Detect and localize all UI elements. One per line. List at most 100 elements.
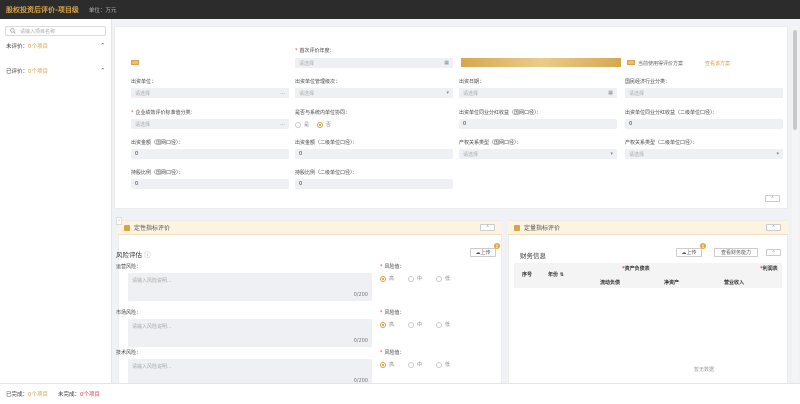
col-balance: *资产负债表 [622, 266, 650, 272]
finance-upload-button[interactable]: ☁ 上传 [676, 248, 702, 257]
scheme-banner [461, 58, 621, 67]
field-label: 国民经济行业分类： [625, 79, 671, 85]
main-content: * 首次评价年度： 请选择 ▦ 当前使用得评价方案 查看该方案 出资单位： 请选择.… [114, 26, 788, 387]
collapse-quantitative-button[interactable]: ⌃ [766, 224, 781, 231]
scrollbar-thumb[interactable] [793, 30, 797, 130]
field-label: 出资单位管理级次： [295, 79, 341, 85]
quantitative-title: 定量指标评价 [524, 225, 561, 232]
share-sgcc-input[interactable]: 0 [131, 179, 289, 189]
collapse-qualitative-button[interactable]: ⌃ [480, 224, 495, 231]
view-scheme-link[interactable]: 查看该方案 [705, 60, 730, 67]
risk-section-title: 风险评估 ⓘ [116, 251, 151, 259]
tree-group-unevaluated[interactable]: 未评价：0个项目 ⌃ [0, 41, 111, 51]
tag-icon [627, 60, 635, 65]
sidebar: 请输入项目名称 未评价：0个项目 ⌃ 已评价：0个项目 ⌃ [0, 19, 112, 383]
unit-label: 单位：万元 [88, 7, 117, 14]
upload-count-badge: 0 [494, 243, 500, 249]
field-label: 出资单位： [131, 79, 157, 85]
dividend-l2-input[interactable]: 0 [625, 119, 783, 129]
quantitative-panel [508, 220, 788, 386]
info-icon: ⓘ [144, 251, 151, 259]
finance-section-title: 财务信息 [520, 252, 546, 260]
radio-mid[interactable]: 中 [408, 275, 422, 282]
risk-label: 技术风险： [116, 350, 142, 356]
radio-mid[interactable]: 中 [408, 361, 422, 368]
top-bar: 股权投资后评价-项目级 单位：万元 [0, 0, 800, 19]
investor-unit-select[interactable]: 请选择... [131, 88, 289, 98]
quantitative-header: 定量指标评价 [508, 221, 788, 235]
operation-risk-radio: 高 中 低 [380, 275, 450, 282]
risk-level-label: * 风险值： [380, 310, 405, 316]
field-label: 是否与系统内单位协同： [295, 110, 351, 116]
todo-count: 0个项目 [80, 392, 101, 398]
field-label: 出资金额（国网口径）： [131, 140, 184, 146]
field-label: 出资单位同业分红收益（国网口径）： [459, 110, 542, 116]
radio-high[interactable]: 高 [380, 321, 394, 328]
group-label: 已评价： [6, 69, 29, 75]
field-label: 出资金额（二级单位口径）： [295, 140, 358, 146]
radio-high[interactable]: 高 [380, 275, 394, 282]
collapse-finance-button[interactable]: ⌃ [766, 249, 781, 256]
group-count: 0个项目 [28, 44, 49, 50]
qualitative-header: 定性指标评价 [118, 221, 502, 235]
radio-low[interactable]: 低 [436, 275, 450, 282]
expand-sidebar-handle[interactable]: ‹ [116, 217, 122, 225]
calendar-icon: ▦ [444, 60, 449, 66]
industry-select[interactable]: 请选择 [625, 88, 783, 98]
project-search-input[interactable]: 请输入项目名称 [5, 26, 106, 36]
amount-l2-input[interactable]: 0 [295, 149, 453, 159]
radio-low[interactable]: 低 [436, 361, 450, 368]
risk-level-label: * 风险值： [380, 350, 405, 356]
col-profit: *利润表 [760, 266, 778, 272]
unit-level-select[interactable]: 请选择 ▾ [295, 88, 453, 98]
field-label: 持股比例（二级单位口径）： [295, 170, 358, 176]
radio-yes[interactable]: 是 [295, 121, 309, 128]
risk-label: 运营风险： [116, 264, 142, 270]
radio-no[interactable]: 否 [317, 121, 331, 128]
status-footer: 已完成：0个项目 未完成：0个项目 [0, 383, 800, 404]
field-label: * 企业绩效评价标准值分类： [131, 110, 196, 116]
col-seq: 序号 [522, 272, 533, 278]
field-label: 持股比例（国网口径）： [131, 170, 184, 176]
col-current-debt: 流动负债 [600, 280, 621, 286]
upload-count-badge: 0 [700, 243, 706, 249]
field-label: 产权关系类型（国网口径）： [459, 140, 522, 146]
tree-group-evaluated[interactable]: 已评价：0个项目 ⌃ [0, 66, 111, 76]
view-finance-button[interactable]: 查看财务能力 [714, 248, 758, 257]
empty-data-text: 暂无数据 [694, 367, 715, 373]
basic-info-card: * 首次评价年度： 请选择 ▦ 当前使用得评价方案 查看该方案 出资单位： 请选择.… [114, 26, 788, 209]
search-placeholder: 请输入项目名称 [20, 28, 56, 35]
scheme-text: 当前使用得评价方案 [638, 61, 684, 67]
market-risk-textarea[interactable]: 请输入风险说明... 0/200 [128, 319, 372, 347]
field-label: 出资单位同业分红收益（二级单位口径）： [625, 110, 718, 116]
invest-date-picker[interactable]: 请选择 ▦ [459, 88, 617, 98]
property-l2-select[interactable]: 请选择 ▾ [625, 149, 783, 159]
group-count: 0个项目 [28, 69, 49, 75]
indicator-icon [124, 224, 130, 231]
synergy-radio-group: 是 否 [295, 121, 331, 128]
qualitative-title: 定性指标评价 [134, 225, 171, 232]
main-scrollbar[interactable] [792, 26, 798, 382]
property-sgcc-select[interactable]: 请选择 ▾ [459, 149, 617, 159]
risk-label: 市场风险： [116, 310, 142, 316]
done-label: 已完成： [6, 392, 29, 398]
radio-low[interactable]: 低 [436, 321, 450, 328]
share-l2-input[interactable]: 0 [295, 179, 453, 189]
collapse-top-button[interactable]: ⌃ [765, 195, 780, 202]
amount-sgcc-input[interactable]: 0 [131, 149, 289, 159]
chevron-up-icon[interactable]: ⌃ [100, 43, 105, 49]
eval-year-select[interactable]: 请选择 ▦ [295, 58, 453, 68]
chevron-up-icon[interactable]: ⌃ [100, 68, 105, 74]
eval-year-label: * 首次评价年度： [295, 48, 335, 54]
group-label: 未评价： [6, 44, 29, 50]
risk-upload-button[interactable]: ☁ 上传 [470, 248, 496, 257]
radio-high[interactable]: 高 [380, 361, 394, 368]
col-year[interactable]: 年份 ⇅ [548, 271, 564, 278]
tag-icon [131, 60, 139, 65]
perf-standard-select[interactable]: 请选择... [131, 119, 289, 129]
app-title: 股权投资后评价-项目级 [6, 5, 79, 14]
radio-mid[interactable]: 中 [408, 321, 422, 328]
operation-risk-textarea[interactable]: 请输入风险说明... 0/200 [128, 273, 372, 301]
tech-risk-radio: 高 中 低 [380, 361, 450, 368]
dividend-sgcc-input[interactable]: 0 [459, 119, 617, 129]
